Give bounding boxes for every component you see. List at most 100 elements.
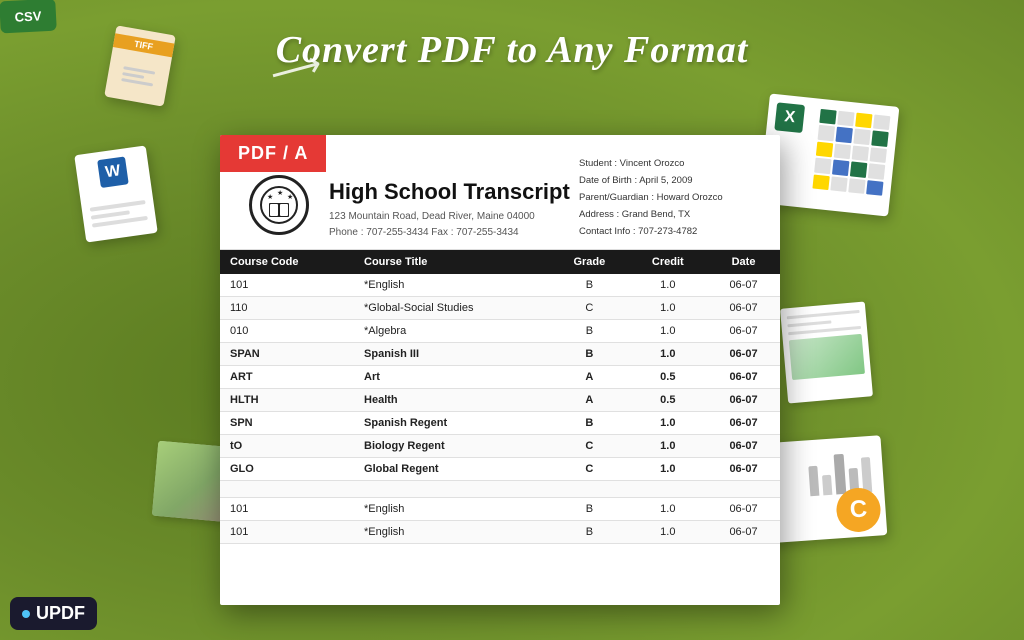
cell-grade: B <box>550 343 628 366</box>
cell-date: 06-07 <box>707 498 780 521</box>
chart-bar-2 <box>822 475 833 496</box>
cell-code: HLTH <box>220 389 354 412</box>
cell-grade: A <box>550 366 628 389</box>
updf-label: UPDF <box>36 603 85 624</box>
cell-credit: 1.0 <box>629 297 707 320</box>
cell-code: 101 <box>220 521 354 544</box>
document-title-area: High School Transcript 123 Mountain Road… <box>321 145 579 241</box>
cell-grade: B <box>550 498 628 521</box>
table-row: tO Biology Regent C 1.0 06-07 <box>220 435 780 458</box>
cell-grade: B <box>550 412 628 435</box>
tiff-document: TIFF <box>104 25 176 106</box>
updf-logo: UPDF <box>10 597 97 630</box>
dob-value: Date of Birth : April 5, 2009 <box>579 172 693 189</box>
title-area: Convert PDF to Any Format <box>276 28 749 72</box>
document-address-line1: 123 Mountain Road, Dead River, Maine 040… <box>329 209 579 225</box>
col-header-credit: Credit <box>629 250 707 274</box>
parent-line: Parent/Guardian : Howard Orozco <box>579 189 764 206</box>
table-row: 010 *Algebra B 1.0 06-07 <box>220 320 780 343</box>
cell-credit: 0.5 <box>629 389 707 412</box>
cell-code: 101 <box>220 274 354 297</box>
table-row: 101 *English B 1.0 06-07 <box>220 521 780 544</box>
cell-credit: 1.0 <box>629 521 707 544</box>
student-info-area: Student : Vincent Orozco Date of Birth :… <box>579 145 764 240</box>
cell-title: Spanish Regent <box>354 412 550 435</box>
cell-title: Biology Regent <box>354 435 550 458</box>
address-line: Address : Grand Bend, TX <box>579 206 764 223</box>
document-main-title: High School Transcript <box>329 179 579 205</box>
cell-credit: 1.0 <box>629 412 707 435</box>
cell-grade: B <box>550 274 628 297</box>
dob-line: Date of Birth : April 5, 2009 <box>579 172 764 189</box>
cell-credit: 1.0 <box>629 320 707 343</box>
doc-thumbnail <box>789 334 865 380</box>
table-row: ART Art A 0.5 06-07 <box>220 366 780 389</box>
parent-value: Parent/Guardian : Howard Orozco <box>579 189 723 206</box>
cell-credit: 1.0 <box>629 458 707 481</box>
cell-code: 110 <box>220 297 354 320</box>
table-row: 101 *English B 1.0 06-07 <box>220 498 780 521</box>
cell-date: 06-07 <box>707 435 780 458</box>
table-body: 101 *English B 1.0 06-07 110 *Global-Soc… <box>220 274 780 544</box>
cell-date: 06-07 <box>707 389 780 412</box>
col-header-code: Course Code <box>220 250 354 274</box>
doc-line-1 <box>787 310 860 319</box>
cell-title: *Algebra <box>354 320 550 343</box>
word-document: W <box>74 145 158 242</box>
cell-title: *English <box>354 274 550 297</box>
cell-title: *English <box>354 498 550 521</box>
svg-text:★: ★ <box>277 189 283 197</box>
cell-title: Global Regent <box>354 458 550 481</box>
cell-date: 06-07 <box>707 458 780 481</box>
cell-title: Spanish III <box>354 343 550 366</box>
col-header-grade: Grade <box>550 250 628 274</box>
word-icon: W <box>97 156 129 188</box>
cell-code: GLO <box>220 458 354 481</box>
cell-code: 010 <box>220 320 354 343</box>
cell-credit: 1.0 <box>629 343 707 366</box>
emblem-svg: ★ ★ ★ <box>259 185 299 225</box>
cell-grade: B <box>550 320 628 343</box>
cell-code: tO <box>220 435 354 458</box>
page-title: Convert PDF to Any Format <box>276 28 749 72</box>
cell-title: *Global-Social Studies <box>354 297 550 320</box>
chart-bar-1 <box>808 466 819 497</box>
table-wrapper: Course Code Course Title Grade Credit Da… <box>220 250 780 544</box>
cell-title: Health <box>354 389 550 412</box>
excel-grid <box>812 109 890 196</box>
cell-grade: C <box>550 458 628 481</box>
table-row: 110 *Global-Social Studies C 1.0 06-07 <box>220 297 780 320</box>
transcript-table: Course Code Course Title Grade Credit Da… <box>220 250 780 544</box>
document-address-line2: Phone : 707-255-3434 Fax : 707-255-3434 <box>329 225 579 241</box>
student-name-line: Student : Vincent Orozco <box>579 155 764 172</box>
cell-credit: 1.0 <box>629 498 707 521</box>
cell-date: 06-07 <box>707 320 780 343</box>
cell-code: 101 <box>220 498 354 521</box>
cell-credit: 1.0 <box>629 274 707 297</box>
col-header-date: Date <box>707 250 780 274</box>
cell-code: SPN <box>220 412 354 435</box>
cell-credit: 1.0 <box>629 435 707 458</box>
chart-bar-3 <box>834 454 846 495</box>
cell-grade: C <box>550 435 628 458</box>
cell-credit: 0.5 <box>629 366 707 389</box>
svg-text:★: ★ <box>267 193 273 201</box>
table-row: 101 *English B 1.0 06-07 <box>220 274 780 297</box>
doc-line-2 <box>787 320 831 327</box>
cell-title: Art <box>354 366 550 389</box>
svg-text:★: ★ <box>287 193 293 201</box>
table-row: SPN Spanish Regent B 1.0 06-07 <box>220 412 780 435</box>
cell-date: 06-07 <box>707 343 780 366</box>
table-row: HLTH Health A 0.5 06-07 <box>220 389 780 412</box>
cell-date: 06-07 <box>707 521 780 544</box>
cell-code: ART <box>220 366 354 389</box>
col-header-title: Course Title <box>354 250 550 274</box>
cell-code: SPAN <box>220 343 354 366</box>
cell-grade: A <box>550 389 628 412</box>
table-header-row: Course Code Course Title Grade Credit Da… <box>220 250 780 274</box>
table-row: SPAN Spanish III B 1.0 06-07 <box>220 343 780 366</box>
cell-title: *English <box>354 521 550 544</box>
table-row <box>220 481 780 498</box>
tiff-label: TIFF <box>113 33 175 57</box>
cell-grade: B <box>550 521 628 544</box>
